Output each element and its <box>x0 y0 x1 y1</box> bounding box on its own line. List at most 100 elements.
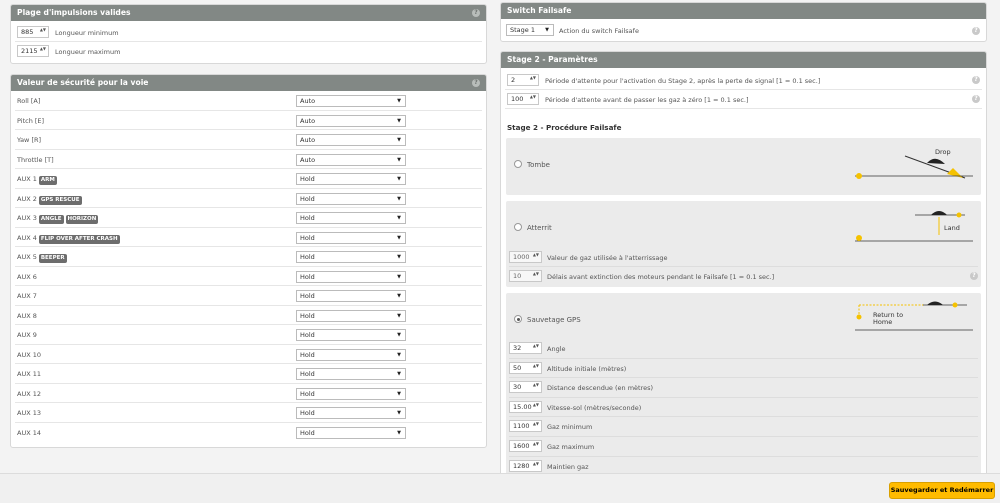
pulse-max-input[interactable]: 2115 ▲▼ <box>17 45 49 57</box>
channel-row: Pitch [E] Auto ▼ <box>15 111 482 130</box>
spin-icon[interactable]: ▲▼ <box>40 28 46 32</box>
land-diagram-text: Land <box>944 224 960 232</box>
panel-title: Switch Failsafe <box>507 6 572 15</box>
channel-fallback-select[interactable]: Hold ▼ <box>296 407 406 419</box>
gps-setting-label: Gaz minimum <box>547 423 593 432</box>
gps-setting-input[interactable]: 1100 ▲▼ <box>509 420 542 433</box>
chevron-down-icon: ▼ <box>397 98 401 104</box>
spin-icon[interactable]: ▲▼ <box>533 442 539 446</box>
chevron-down-icon: ▼ <box>397 215 401 221</box>
land-label: Atterrit <box>527 224 552 232</box>
channel-row: AUX 10 Hold ▼ <box>15 345 482 364</box>
spin-icon[interactable]: ▲▼ <box>533 272 539 276</box>
channel-fallback-select[interactable]: Auto ▼ <box>296 114 406 127</box>
drop-label: Tombe <box>527 161 550 169</box>
spin-icon[interactable]: ▲▼ <box>533 344 539 348</box>
spin-icon[interactable]: ▲▼ <box>533 363 539 368</box>
land-option[interactable]: Atterrit Land 1000 ▲▼ Valeur de gaz utili… <box>506 201 981 287</box>
channel-name: AUX 2 GPS RESCUE <box>17 194 82 205</box>
chevron-down-icon: ▼ <box>397 234 401 241</box>
channel-row: AUX 9 Hold ▼ <box>15 325 482 345</box>
channel-fallback-select[interactable]: Hold ▼ <box>296 192 406 205</box>
switch-failsafe-select[interactable]: Stage 1 ▼ <box>506 24 554 36</box>
land-delay-input[interactable]: 10 ▲▼ <box>509 270 542 282</box>
drop-option[interactable]: Tombe Drop <box>506 138 981 195</box>
channel-row: AUX 7 Hold ▼ <box>15 286 482 306</box>
chevron-down-icon: ▼ <box>397 390 401 397</box>
channel-name: AUX 12 <box>17 389 41 398</box>
channel-row: AUX 8 Hold ▼ <box>15 306 482 325</box>
channel-fallback-select[interactable]: Hold ▼ <box>296 348 406 361</box>
help-icon[interactable]: ? <box>970 272 978 280</box>
switch-failsafe-panel: Switch Failsafe Stage 1 ▼ Action du switc… <box>500 2 987 42</box>
channel-fallback-select[interactable]: Hold ▼ <box>296 309 406 322</box>
channel-fallback-select[interactable]: Auto ▼ <box>296 153 406 166</box>
channel-fallback-select[interactable]: Hold ▼ <box>296 212 406 224</box>
land-diagram: Land <box>855 211 973 242</box>
gps-rescue-radio[interactable] <box>514 315 522 323</box>
mode-tag: GPS RESCUE <box>38 195 82 205</box>
channel-fallback-select[interactable]: Hold ▼ <box>296 231 406 244</box>
land-throttle-input[interactable]: 1000 ▲▼ <box>509 251 542 263</box>
channel-row: Throttle [T] Auto ▼ <box>15 150 482 169</box>
panel-title: Stage 2 - Paramètres <box>507 55 598 64</box>
gps-rescue-option[interactable]: Sauvetage GPS Return to Home 32 ▲▼ Angle 50… <box>506 293 981 490</box>
land-radio[interactable] <box>514 223 522 231</box>
help-icon[interactable]: ? <box>472 79 480 87</box>
mode-tag: ANGLE <box>38 215 64 224</box>
channel-name: Throttle [T] <box>17 155 54 164</box>
gps-setting-input[interactable]: 32 ▲▼ <box>509 342 542 354</box>
channel-fallback-select[interactable]: Hold ▼ <box>296 368 406 380</box>
channel-name: AUX 11 <box>17 370 41 378</box>
channel-fallback-select[interactable]: Hold ▼ <box>296 387 406 400</box>
help-icon[interactable]: ? <box>972 27 980 35</box>
channel-fallback-select[interactable]: Hold ▼ <box>296 329 406 341</box>
spin-icon[interactable]: ▲▼ <box>533 383 539 387</box>
channel-fallback-select[interactable]: Hold ▼ <box>296 270 406 283</box>
channel-fallback-select[interactable]: Hold ▼ <box>296 251 406 263</box>
spin-icon[interactable]: ▲▼ <box>530 76 536 80</box>
chevron-down-icon: ▼ <box>397 254 401 260</box>
channel-fallback-select[interactable]: Hold ▼ <box>296 426 406 439</box>
help-icon[interactable]: ? <box>972 95 980 103</box>
stage2-delay-row: 2 ▲▼ Période d'attente pour l'activation … <box>505 71 982 90</box>
gps-diagram-text-2: Home <box>873 318 892 326</box>
land-delay-label: Délais avant extinction des moteurs pend… <box>547 273 775 281</box>
mode-tag: HORIZON <box>65 215 99 224</box>
divider <box>509 416 978 418</box>
channel-name: AUX 10 <box>17 350 41 359</box>
drop-radio[interactable] <box>514 160 522 168</box>
gps-setting-input[interactable]: 15.00 ▲▼ <box>509 400 542 413</box>
channel-fallback-select[interactable]: Hold ▼ <box>296 173 406 185</box>
save-reboot-button[interactable]: Sauvegarder et Redémarrer <box>889 482 995 499</box>
gps-setting-input[interactable]: 30 ▲▼ <box>509 381 542 394</box>
help-icon[interactable]: ? <box>972 76 980 84</box>
spin-icon[interactable]: ▲▼ <box>533 422 539 426</box>
pulse-min-input[interactable]: 885 ▲▼ <box>17 26 49 38</box>
channel-row: AUX 2 GPS RESCUE Hold ▼ <box>15 189 482 208</box>
divider <box>509 377 978 379</box>
channel-name: AUX 3 ANGLE HORIZON <box>17 214 99 224</box>
spin-icon[interactable]: ▲▼ <box>40 47 46 51</box>
channel-name: Yaw [R] <box>17 136 42 144</box>
channel-fallback-select[interactable]: Auto ▼ <box>296 134 406 146</box>
gps-setting-input[interactable]: 1280 ▲▼ <box>509 459 542 472</box>
drop-diagram-text: Drop <box>935 148 951 156</box>
stage2-throttle-row: 100 ▲▼ Période d'attente avant de passer … <box>505 90 982 109</box>
gps-setting-input[interactable]: 1600 ▲▼ <box>509 440 542 452</box>
stage2-throttle-input[interactable]: 100 ▲▼ <box>507 93 539 105</box>
channel-fallback-select[interactable]: Hold ▼ <box>296 290 406 302</box>
chevron-down-icon: ▼ <box>397 351 401 358</box>
stage2-delay-input[interactable]: 2 ▲▼ <box>507 74 539 86</box>
help-icon[interactable]: ? <box>472 9 480 17</box>
channel-row: AUX 13 Hold ▼ <box>15 403 482 423</box>
stage2-panel: Stage 2 - Paramètres 2 ▲▼ Période d'atten… <box>500 51 987 491</box>
spin-icon[interactable]: ▲▼ <box>533 253 539 257</box>
spin-icon[interactable]: ▲▼ <box>533 461 539 466</box>
channel-fallback-select[interactable]: Auto ▼ <box>296 95 406 107</box>
gps-setting-label: Vitesse-sol (mètres/seconde) <box>547 403 642 412</box>
spin-icon[interactable]: ▲▼ <box>530 95 536 99</box>
spin-icon[interactable]: ▲▼ <box>533 402 539 407</box>
gps-setting-input[interactable]: 50 ▲▼ <box>509 361 542 374</box>
mode-tag: ARM <box>38 176 57 185</box>
